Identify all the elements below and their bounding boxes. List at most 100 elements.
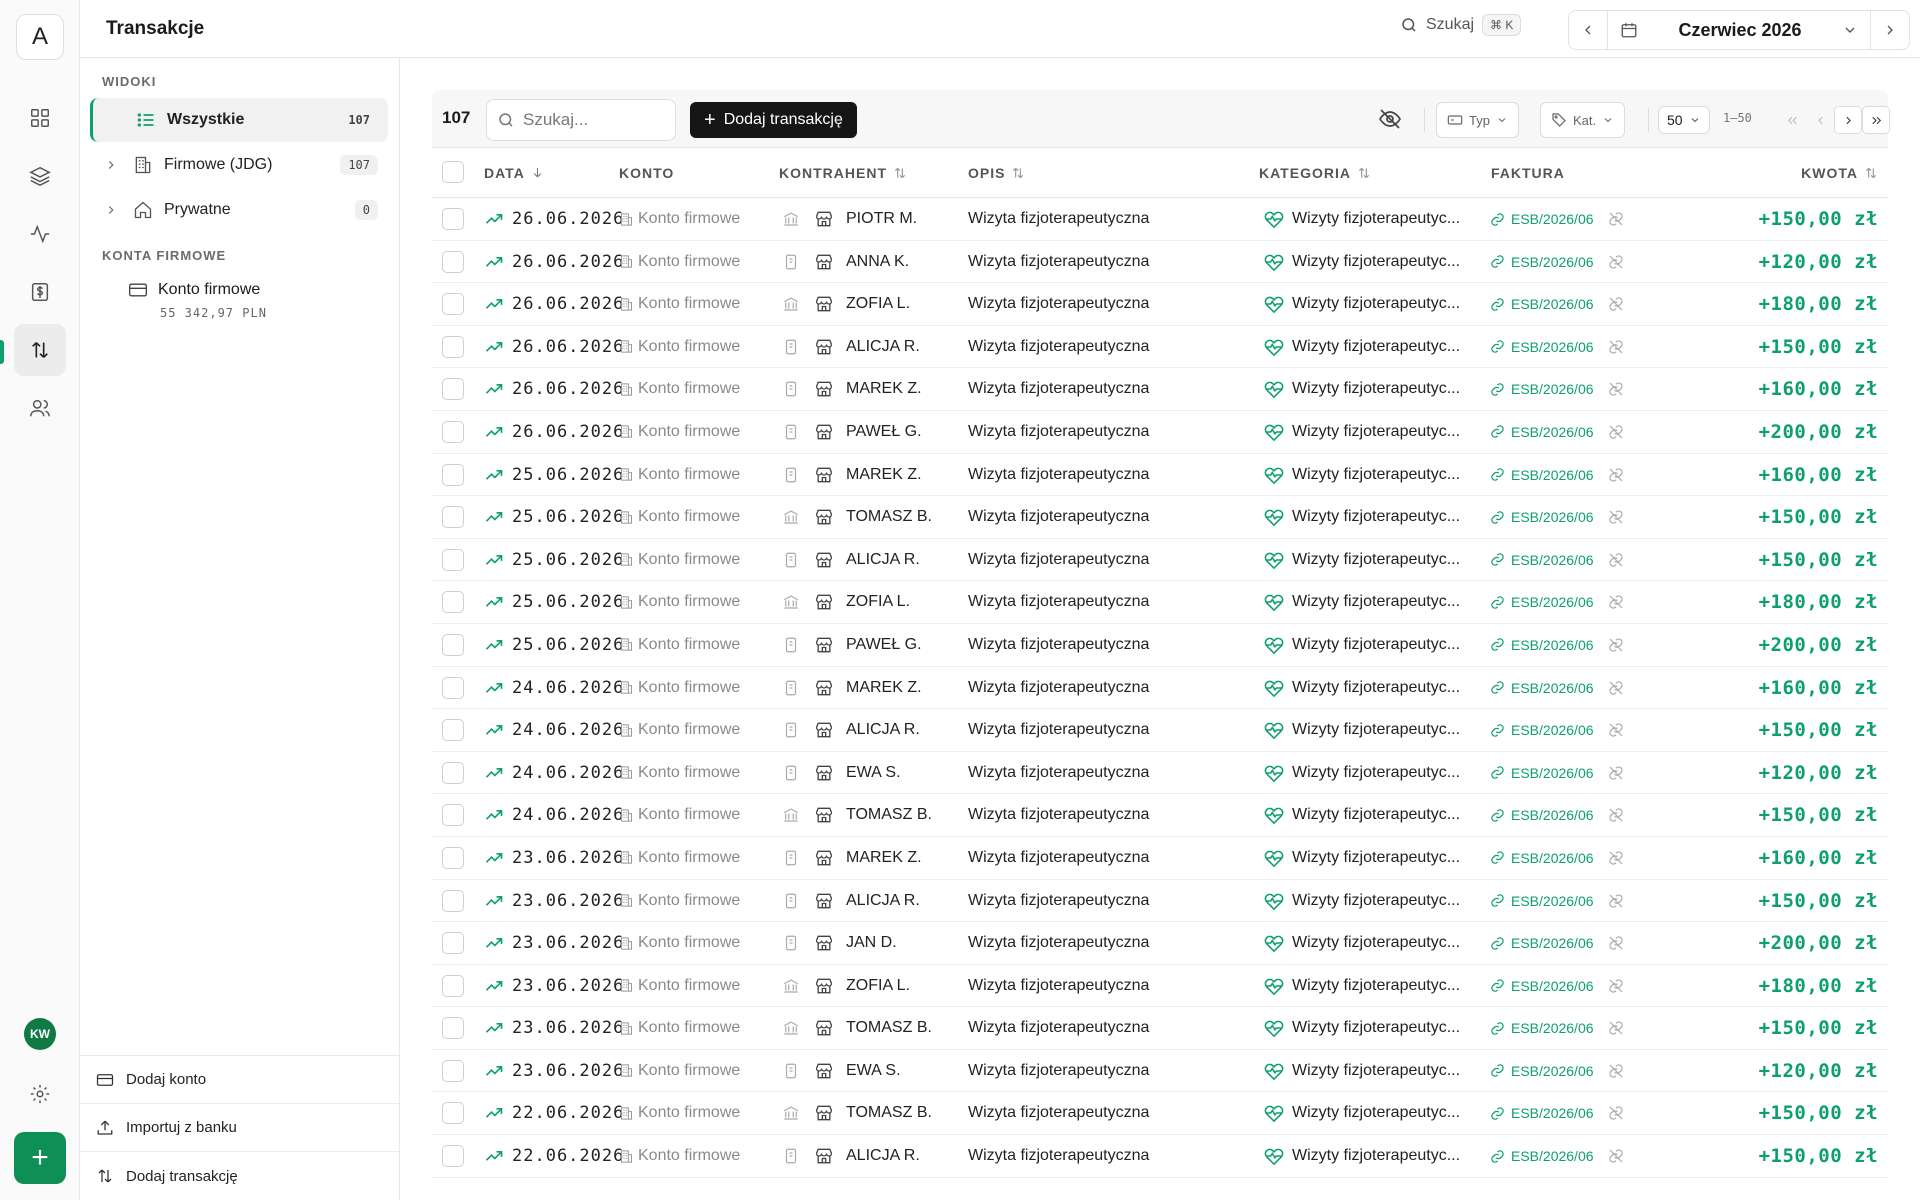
invoice-cell[interactable]: ESB/2026/06 xyxy=(1490,411,1624,453)
sidebar-add-transaction-button[interactable]: Dodaj transakcję xyxy=(80,1152,399,1200)
category-cell[interactable]: Wizyty fizjoterapeutyc... xyxy=(1264,965,1460,1007)
unlink-icon[interactable] xyxy=(1608,637,1624,653)
category-cell[interactable]: Wizyty fizjoterapeutyc... xyxy=(1264,752,1460,794)
rail-activity[interactable] xyxy=(14,208,66,260)
unlink-icon[interactable] xyxy=(1608,339,1624,355)
unlink-icon[interactable] xyxy=(1608,893,1624,909)
category-cell[interactable]: Wizyty fizjoterapeutyc... xyxy=(1264,667,1460,709)
invoice-cell[interactable]: ESB/2026/06 xyxy=(1490,283,1624,325)
unlink-icon[interactable] xyxy=(1608,807,1624,823)
chevron-right-icon[interactable] xyxy=(100,158,122,172)
category-cell[interactable]: Wizyty fizjoterapeutyc... xyxy=(1264,922,1460,964)
category-cell[interactable]: Wizyty fizjoterapeutyc... xyxy=(1264,496,1460,538)
add-account-button[interactable]: Dodaj konto xyxy=(80,1056,399,1104)
table-row[interactable]: 25.06.2026 Konto firmowe MAREK Z. Wizyta… xyxy=(432,454,1888,497)
user-avatar[interactable]: KW xyxy=(24,1018,56,1050)
unlink-icon[interactable] xyxy=(1608,594,1624,610)
invoice-cell[interactable]: ESB/2026/06 xyxy=(1490,1050,1624,1092)
column-contractor[interactable]: KONTRAHENT xyxy=(779,165,907,181)
row-checkbox[interactable] xyxy=(442,378,464,401)
invoice-cell[interactable]: ESB/2026/06 xyxy=(1490,880,1624,922)
column-amount[interactable]: KWOTA xyxy=(1801,165,1878,181)
month-select[interactable]: Czerwiec 2026 xyxy=(1607,11,1871,49)
rail-dashboard[interactable] xyxy=(14,92,66,144)
view-private[interactable]: Prywatne 0 xyxy=(90,188,388,232)
invoice-cell[interactable]: ESB/2026/06 xyxy=(1490,624,1624,666)
invoice-cell[interactable]: ESB/2026/06 xyxy=(1490,1135,1624,1177)
table-row[interactable]: 23.06.2026 Konto firmowe ZOFIA L. Wizyta… xyxy=(432,965,1888,1008)
unlink-icon[interactable] xyxy=(1608,935,1624,951)
table-row[interactable]: 26.06.2026 Konto firmowe PAWEŁ G. Wizyta… xyxy=(432,411,1888,454)
category-cell[interactable]: Wizyty fizjoterapeutyc... xyxy=(1264,241,1460,283)
add-transaction-button[interactable]: + Dodaj transakcję xyxy=(690,102,857,138)
table-row[interactable]: 24.06.2026 Konto firmowe MAREK Z. Wizyta… xyxy=(432,667,1888,710)
row-checkbox[interactable] xyxy=(442,293,464,316)
row-checkbox[interactable] xyxy=(442,548,464,571)
table-row[interactable]: 25.06.2026 Konto firmowe ALICJA R. Wizyt… xyxy=(432,539,1888,582)
invoice-cell[interactable]: ESB/2026/06 xyxy=(1490,1092,1624,1134)
row-checkbox[interactable] xyxy=(442,463,464,486)
unlink-icon[interactable] xyxy=(1608,211,1624,227)
unlink-icon[interactable] xyxy=(1608,1105,1624,1121)
category-cell[interactable]: Wizyty fizjoterapeutyc... xyxy=(1264,454,1460,496)
app-logo[interactable]: A xyxy=(16,14,64,60)
table-row[interactable]: 22.06.2026 Konto firmowe ALICJA R. Wizyt… xyxy=(432,1135,1888,1178)
view-business[interactable]: Firmowe (JDG) 107 xyxy=(90,143,388,187)
row-checkbox[interactable] xyxy=(442,676,464,699)
unlink-icon[interactable] xyxy=(1608,509,1624,525)
category-cell[interactable]: Wizyty fizjoterapeutyc... xyxy=(1264,411,1460,453)
row-checkbox[interactable] xyxy=(442,250,464,273)
unlink-icon[interactable] xyxy=(1608,850,1624,866)
category-cell[interactable]: Wizyty fizjoterapeutyc... xyxy=(1264,1092,1460,1134)
unlink-icon[interactable] xyxy=(1608,467,1624,483)
invoice-cell[interactable]: ESB/2026/06 xyxy=(1490,752,1624,794)
invoice-cell[interactable]: ESB/2026/06 xyxy=(1490,454,1624,496)
first-page-button[interactable] xyxy=(1778,106,1806,134)
rail-settings[interactable] xyxy=(14,1068,66,1120)
category-cell[interactable]: Wizyty fizjoterapeutyc... xyxy=(1264,581,1460,623)
next-page-button[interactable] xyxy=(1834,106,1862,134)
unlink-icon[interactable] xyxy=(1608,765,1624,781)
invoice-cell[interactable]: ESB/2026/06 xyxy=(1490,368,1624,410)
global-search-button[interactable]: Szukaj ⌘ K xyxy=(1400,14,1522,36)
row-checkbox[interactable] xyxy=(442,889,464,912)
row-checkbox[interactable] xyxy=(442,846,464,869)
category-cell[interactable]: Wizyty fizjoterapeutyc... xyxy=(1264,1050,1460,1092)
chevron-right-icon[interactable] xyxy=(100,203,122,217)
row-checkbox[interactable] xyxy=(442,208,464,230)
table-row[interactable]: 24.06.2026 Konto firmowe TOMASZ B. Wizyt… xyxy=(432,794,1888,837)
table-row[interactable]: 26.06.2026 Konto firmowe ZOFIA L. Wizyta… xyxy=(432,283,1888,326)
row-checkbox[interactable] xyxy=(442,591,464,614)
unlink-icon[interactable] xyxy=(1608,424,1624,440)
invoice-cell[interactable]: ESB/2026/06 xyxy=(1490,709,1624,751)
row-checkbox[interactable] xyxy=(442,1017,464,1040)
row-checkbox[interactable] xyxy=(442,1059,464,1082)
column-category[interactable]: KATEGORIA xyxy=(1259,165,1371,181)
unlink-icon[interactable] xyxy=(1608,978,1624,994)
invoice-cell[interactable]: ESB/2026/06 xyxy=(1490,667,1624,709)
invoice-cell[interactable]: ESB/2026/06 xyxy=(1490,539,1624,581)
toggle-hidden-button[interactable] xyxy=(1378,107,1402,136)
rail-layers[interactable] xyxy=(14,150,66,202)
category-cell[interactable]: Wizyty fizjoterapeutyc... xyxy=(1264,539,1460,581)
next-month-button[interactable] xyxy=(1871,11,1909,49)
quick-add-button[interactable]: + xyxy=(14,1132,66,1184)
table-search-input[interactable] xyxy=(523,110,663,130)
row-checkbox[interactable] xyxy=(442,1102,464,1125)
view-all[interactable]: Wszystkie 107 xyxy=(90,98,388,142)
invoice-cell[interactable]: ESB/2026/06 xyxy=(1490,922,1624,964)
table-row[interactable]: 26.06.2026 Konto firmowe MAREK Z. Wizyta… xyxy=(432,368,1888,411)
unlink-icon[interactable] xyxy=(1608,1063,1624,1079)
table-row[interactable]: 23.06.2026 Konto firmowe EWA S. Wizyta f… xyxy=(432,1050,1888,1093)
prev-month-button[interactable] xyxy=(1569,11,1607,49)
unlink-icon[interactable] xyxy=(1608,680,1624,696)
row-checkbox[interactable] xyxy=(442,932,464,955)
category-cell[interactable]: Wizyty fizjoterapeutyc... xyxy=(1264,794,1460,836)
table-row[interactable]: 24.06.2026 Konto firmowe EWA S. Wizyta f… xyxy=(432,752,1888,795)
unlink-icon[interactable] xyxy=(1608,552,1624,568)
category-cell[interactable]: Wizyty fizjoterapeutyc... xyxy=(1264,837,1460,879)
invoice-cell[interactable]: ESB/2026/06 xyxy=(1490,965,1624,1007)
invoice-cell[interactable]: ESB/2026/06 xyxy=(1490,837,1624,879)
row-checkbox[interactable] xyxy=(442,420,464,443)
category-cell[interactable]: Wizyty fizjoterapeutyc... xyxy=(1264,1007,1460,1049)
